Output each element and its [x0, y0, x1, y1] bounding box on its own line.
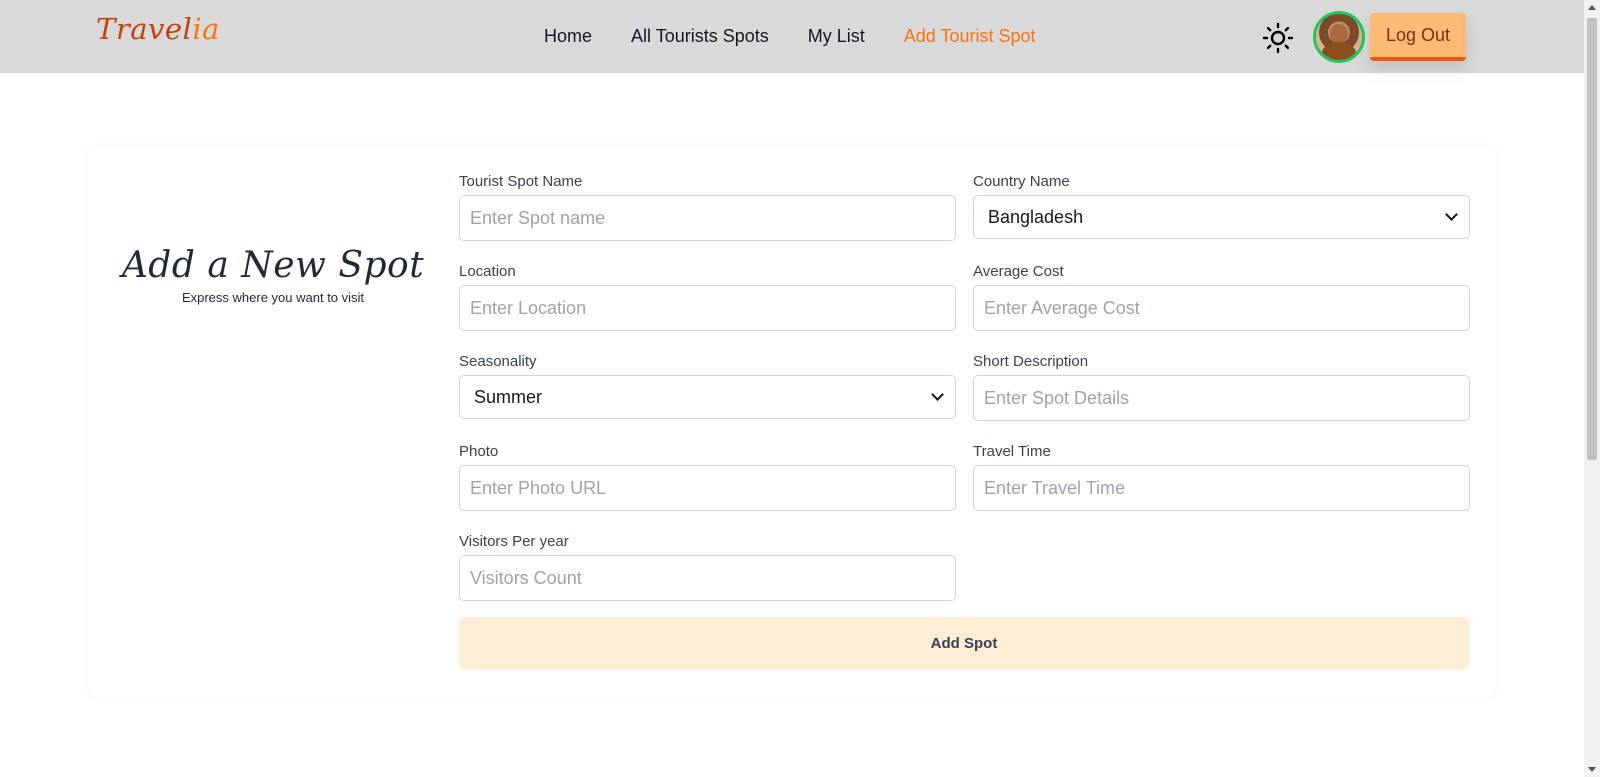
location-input[interactable] [459, 285, 956, 331]
nav-add-tourist-spot[interactable]: Add Tourist Spot [904, 26, 1036, 47]
photo-label: Photo [459, 443, 499, 460]
add-spot-button[interactable]: Add Spot [459, 617, 1469, 670]
logout-button[interactable]: Log Out [1370, 13, 1466, 61]
avatar-body [1322, 42, 1356, 60]
navbar: Travelia Home All Tourists Spots My List… [0, 0, 1584, 73]
scroll-up-arrow-icon[interactable] [1588, 5, 1596, 10]
scroll-thumb[interactable] [1587, 18, 1597, 460]
hero-subtitle: Express where you want to visit [181, 290, 365, 305]
travel-time-input[interactable] [973, 465, 1470, 511]
seasonality-field: Seasonality Summer [459, 353, 956, 419]
location-field: Location [459, 263, 956, 331]
user-avatar[interactable] [1313, 11, 1365, 63]
site-logo[interactable]: Travelia [96, 12, 220, 46]
hero-title: Add a New Spot [121, 245, 425, 286]
location-label: Location [459, 263, 516, 280]
short-description-input[interactable] [973, 375, 1470, 421]
sun-icon[interactable] [1262, 22, 1294, 54]
country-select-wrap: Bangladesh [973, 195, 1470, 239]
visitors-input[interactable] [459, 555, 956, 601]
logo-text-accent: ia [192, 12, 220, 46]
seasonality-label: Seasonality [459, 353, 537, 370]
scroll-down-arrow-icon[interactable] [1588, 767, 1596, 772]
nav-all-tourist-spots[interactable]: All Tourists Spots [631, 26, 769, 47]
logo-text: Travel [96, 12, 193, 46]
spot-name-input[interactable] [459, 195, 956, 241]
spot-name-label: Tourist Spot Name [459, 173, 583, 190]
travel-time-label: Travel Time [973, 443, 1051, 460]
photo-url-input[interactable] [459, 465, 956, 511]
photo-field: Photo [459, 443, 956, 511]
page-scrollbar[interactable] [1584, 0, 1600, 777]
short-description-label: Short Description [973, 353, 1089, 370]
nav-home[interactable]: Home [544, 26, 592, 47]
nav-my-list[interactable]: My List [808, 26, 865, 47]
avatar-face [1330, 24, 1348, 44]
spot-name-field: Tourist Spot Name [459, 173, 956, 241]
visitors-field: Visitors Per year [459, 533, 956, 601]
visitors-label: Visitors Per year [459, 533, 569, 550]
average-cost-input[interactable] [973, 285, 1470, 331]
seasonality-select[interactable]: Summer [459, 375, 956, 419]
short-description-field: Short Description [973, 353, 1470, 421]
nav-links: Home All Tourists Spots My List Add Tour… [544, 26, 1075, 47]
country-field: Country Name Bangladesh [973, 173, 1470, 239]
country-label: Country Name [973, 173, 1070, 190]
average-cost-field: Average Cost [973, 263, 1470, 331]
travel-time-field: Travel Time [973, 443, 1470, 511]
seasonality-select-wrap: Summer [459, 375, 956, 419]
average-cost-label: Average Cost [973, 263, 1064, 280]
country-select[interactable]: Bangladesh [973, 195, 1470, 239]
form-hero: Add a New Spot Express where you want to… [108, 245, 438, 305]
